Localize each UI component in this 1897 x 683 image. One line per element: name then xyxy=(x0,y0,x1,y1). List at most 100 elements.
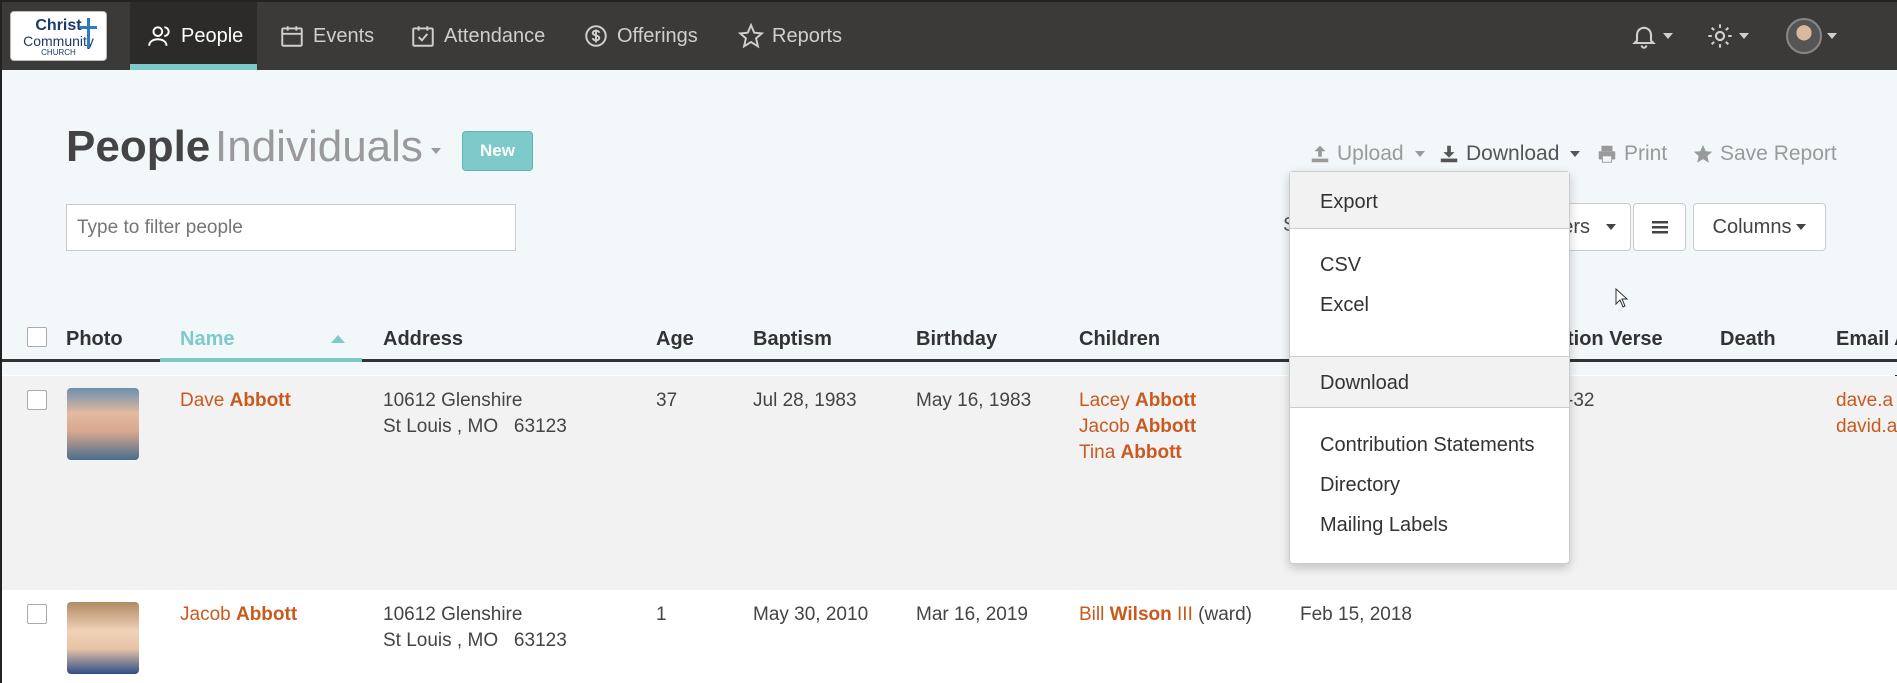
chevron-down-icon xyxy=(1739,33,1749,39)
table-header: Photo Name Address Age Baptism Birthday … xyxy=(2,320,1897,362)
menu-divider xyxy=(1290,228,1569,229)
nav-people[interactable]: People xyxy=(130,2,257,70)
menu-divider xyxy=(1290,407,1569,408)
header-name[interactable]: Name xyxy=(180,328,234,351)
last-name: Abbott xyxy=(229,390,291,411)
menu-item-mailing-labels[interactable]: Mailing Labels xyxy=(1320,514,1448,537)
baptism-cell: Jul 28, 1983 xyxy=(753,390,857,411)
header-address[interactable]: Address xyxy=(383,328,463,351)
verse-cell: -32 xyxy=(1567,390,1595,411)
list-view-button[interactable] xyxy=(1633,203,1686,251)
table-row: Jacob Abbott 10612 Glenshire St Louis , … xyxy=(2,590,1897,683)
email-link[interactable]: david.a xyxy=(1836,414,1897,440)
first-name: Jacob xyxy=(180,604,231,625)
menu-item-download[interactable]: Download xyxy=(1320,372,1409,395)
age-cell: 37 xyxy=(656,390,678,411)
columns-label: Columns xyxy=(1712,215,1792,238)
logo-line-3: CHURCH xyxy=(41,48,76,57)
logo-line-2: Community xyxy=(23,33,94,49)
notifications-menu[interactable] xyxy=(1630,2,1673,70)
top-navbar: Christ Community CHURCH People Events At… xyxy=(2,2,1897,70)
children-cell: Bill Wilson III (ward) xyxy=(1079,602,1252,628)
child-link[interactable]: Bill Wilson III xyxy=(1079,604,1193,625)
menu-item-excel[interactable]: Excel xyxy=(1320,294,1369,317)
child-last-name: Abbott xyxy=(1120,442,1182,463)
upload-button[interactable]: Upload xyxy=(1309,142,1425,166)
nav-events-label: Events xyxy=(313,24,375,47)
church-logo[interactable]: Christ Community CHURCH xyxy=(10,11,107,61)
list-icon xyxy=(1651,221,1668,234)
save-report-label: Save Report xyxy=(1720,142,1837,165)
age-cell: 1 xyxy=(656,604,667,625)
upload-icon xyxy=(1311,145,1329,163)
chevron-down-icon xyxy=(1414,151,1425,157)
chevron-down-icon[interactable] xyxy=(431,148,441,154)
person-photo[interactable] xyxy=(67,602,139,674)
baptism-cell: May 30, 2010 xyxy=(753,604,869,625)
header-email[interactable]: Email A xyxy=(1836,328,1897,351)
email-link[interactable]: dave.a xyxy=(1836,388,1897,414)
new-button[interactable]: New xyxy=(462,131,533,171)
nav-attendance-label: Attendance xyxy=(444,24,546,47)
child-first-name: Jacob xyxy=(1079,416,1130,437)
download-label: Download xyxy=(1466,142,1560,165)
person-name-link[interactable]: Jacob Abbott xyxy=(180,602,297,628)
menu-item-export[interactable]: Export xyxy=(1320,191,1378,214)
nav-attendance[interactable]: Attendance xyxy=(410,2,545,70)
print-button[interactable]: Print xyxy=(1596,142,1667,166)
nav-reports-label: Reports xyxy=(772,24,843,47)
nav-people-label: People xyxy=(181,24,244,47)
cross-icon xyxy=(87,18,90,48)
select-all-checkbox[interactable] xyxy=(27,327,47,347)
settings-menu[interactable] xyxy=(1706,2,1749,70)
header-baptism[interactable]: Baptism xyxy=(753,328,832,351)
row-checkbox[interactable] xyxy=(27,390,47,410)
chevron-down-icon xyxy=(1570,151,1581,157)
download-button[interactable]: Download xyxy=(1438,142,1581,166)
row-checkbox[interactable] xyxy=(27,604,47,624)
avatar xyxy=(1786,18,1822,54)
view-selector[interactable]: Individuals xyxy=(215,122,423,172)
nav-offerings-label: Offerings xyxy=(617,24,698,47)
chevron-down-icon xyxy=(1606,224,1616,230)
user-menu[interactable] xyxy=(1786,2,1837,70)
address-cell: 10612 Glenshire St Louis , MO 63123 xyxy=(383,388,567,440)
child-link[interactable]: Tina Abbott xyxy=(1079,440,1196,466)
nav-events[interactable]: Events xyxy=(279,2,374,70)
filter-input[interactable] xyxy=(66,204,516,251)
header-age[interactable]: Age xyxy=(656,328,694,351)
header-death[interactable]: Death xyxy=(1720,328,1776,351)
menu-item-contribution-statements[interactable]: Contribution Statements xyxy=(1320,434,1535,457)
bell-icon xyxy=(1632,26,1656,49)
nav-offerings[interactable]: Offerings xyxy=(583,2,698,70)
money-icon xyxy=(585,25,607,47)
address-line-1: 10612 Glenshire xyxy=(383,390,523,411)
columns-button[interactable]: Columns xyxy=(1693,203,1826,251)
cross-icon-bar xyxy=(80,26,97,29)
sort-ascending-icon xyxy=(331,335,345,343)
child-last-name: Wilson xyxy=(1109,604,1172,625)
save-report-button[interactable]: Save Report xyxy=(1692,142,1837,166)
child-link[interactable]: Jacob Abbott xyxy=(1079,414,1196,440)
person-photo[interactable] xyxy=(67,388,139,460)
child-last-name: Abbott xyxy=(1134,390,1197,411)
nav-reports[interactable]: Reports xyxy=(738,2,842,70)
header-children[interactable]: Children xyxy=(1079,328,1160,351)
child-last-name: Abbott xyxy=(1134,416,1197,437)
address-line-2: St Louis , MO 63123 xyxy=(383,630,567,651)
header-confirmation-verse[interactable]: tion Verse xyxy=(1567,328,1663,351)
menu-item-directory[interactable]: Directory xyxy=(1320,474,1400,497)
person-name-link[interactable]: Dave Abbott xyxy=(180,388,291,414)
printer-icon xyxy=(1598,145,1616,163)
header-photo: Photo xyxy=(66,328,123,350)
sort-indicator xyxy=(160,358,362,362)
star-icon xyxy=(738,23,764,49)
header-birthday[interactable]: Birthday xyxy=(916,328,997,351)
child-first-name: Bill xyxy=(1079,604,1105,625)
mouse-cursor-icon xyxy=(1615,288,1629,308)
checkbox-calendar-icon xyxy=(412,26,434,47)
menu-item-csv[interactable]: CSV xyxy=(1320,254,1361,277)
children-cell: Lacey Abbott Jacob Abbott Tina Abbott xyxy=(1079,388,1196,466)
child-link[interactable]: Lacey Abbott xyxy=(1079,388,1196,414)
date-cell: Feb 15, 2018 xyxy=(1300,604,1412,625)
